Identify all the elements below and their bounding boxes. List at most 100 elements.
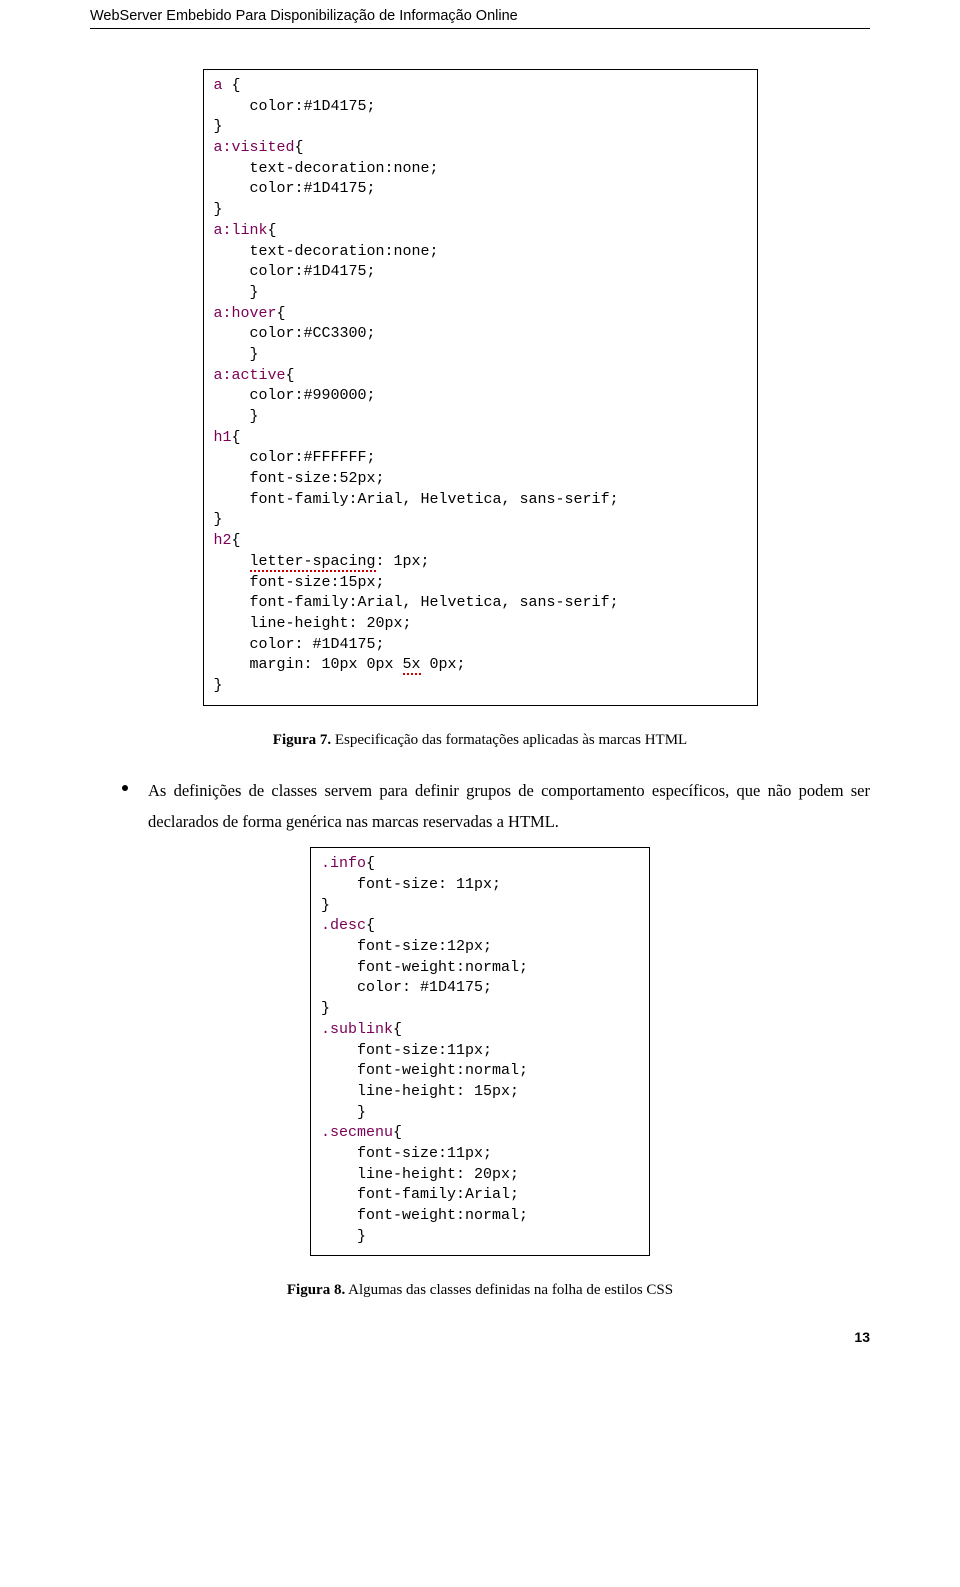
header-rule bbox=[90, 28, 870, 29]
figure-7-caption-text: Especificação das formatações aplicadas … bbox=[331, 732, 687, 748]
code-line: } bbox=[321, 999, 639, 1020]
code-line: a:visited{ bbox=[214, 138, 747, 159]
figure-7-caption: Figura 7. Especificação das formatações … bbox=[90, 732, 870, 749]
code-line: color:#1D4175; bbox=[214, 262, 747, 283]
code-line: a:hover{ bbox=[214, 304, 747, 325]
css-selector: h2 bbox=[214, 532, 232, 549]
code-line: font-weight:normal; bbox=[321, 1061, 639, 1082]
code-line: color:#990000; bbox=[214, 386, 747, 407]
code-text: color:#1D4175; bbox=[214, 180, 376, 197]
code-text: 0px; bbox=[421, 656, 466, 673]
css-selector: .sublink bbox=[321, 1021, 393, 1038]
bullet-item: As definições de classes servem para def… bbox=[122, 775, 870, 838]
spellcheck-underline: letter-spacing bbox=[250, 553, 376, 572]
code-box-figure-8: .info{ font-size: 11px;}.desc{ font-size… bbox=[310, 847, 650, 1256]
code-text: { bbox=[393, 1124, 402, 1141]
css-selector: .desc bbox=[321, 917, 366, 934]
css-selector: a:hover bbox=[214, 305, 277, 322]
code-line: a:active{ bbox=[214, 366, 747, 387]
code-text: font-weight:normal; bbox=[321, 959, 528, 976]
code-line: .secmenu{ bbox=[321, 1123, 639, 1144]
code-line: } bbox=[321, 1227, 639, 1248]
figure-8-label: Figura 8. bbox=[287, 1282, 345, 1298]
code-text: font-size: 11px; bbox=[321, 876, 501, 893]
code-text: margin: 10px 0px bbox=[214, 656, 403, 673]
code-text: } bbox=[321, 1228, 366, 1245]
code-text: font-size:12px; bbox=[321, 938, 492, 955]
figure-8-caption: Figura 8. Algumas das classes definidas … bbox=[90, 1282, 870, 1299]
code-line: } bbox=[214, 407, 747, 428]
code-text: font-weight:normal; bbox=[321, 1207, 528, 1224]
code-line: text-decoration:none; bbox=[214, 242, 747, 263]
code-text: font-weight:normal; bbox=[321, 1062, 528, 1079]
code-text: font-size:15px; bbox=[214, 574, 385, 591]
code-text: { bbox=[393, 1021, 402, 1038]
code-line: .sublink{ bbox=[321, 1020, 639, 1041]
code-line: font-weight:normal; bbox=[321, 1206, 639, 1227]
page-header: WebServer Embebido Para Disponibilização… bbox=[90, 0, 870, 26]
code-line: .info{ bbox=[321, 854, 639, 875]
code-text: color:#FFFFFF; bbox=[214, 449, 376, 466]
spellcheck-underline: 5x bbox=[403, 656, 421, 675]
code-text: line-height: 20px; bbox=[214, 615, 412, 632]
code-line: line-height: 20px; bbox=[321, 1165, 639, 1186]
code-line: color: #1D4175; bbox=[321, 978, 639, 999]
code-line: font-size:12px; bbox=[321, 937, 639, 958]
code-line: font-family:Arial, Helvetica, sans-serif… bbox=[214, 593, 747, 614]
css-selector: a:visited bbox=[214, 139, 295, 156]
code-line: } bbox=[321, 1103, 639, 1124]
code-text: color:#1D4175; bbox=[214, 263, 376, 280]
figure-7-label: Figura 7. bbox=[273, 732, 331, 748]
code-text: } bbox=[321, 1104, 366, 1121]
code-box-figure-7: a { color:#1D4175;}a:visited{ text-decor… bbox=[203, 69, 758, 706]
css-selector: a:link bbox=[214, 222, 268, 239]
code-text: color:#1D4175; bbox=[214, 98, 376, 115]
bullet-text: As definições de classes servem para def… bbox=[148, 775, 870, 838]
code-text: line-height: 20px; bbox=[321, 1166, 519, 1183]
code-text: font-family:Arial; bbox=[321, 1186, 519, 1203]
document-page: WebServer Embebido Para Disponibilização… bbox=[0, 0, 960, 1375]
code-text bbox=[214, 553, 250, 570]
code-line: } bbox=[214, 283, 747, 304]
code-text: } bbox=[214, 408, 259, 425]
code-text: font-size:11px; bbox=[321, 1145, 492, 1162]
code-text: } bbox=[214, 677, 223, 694]
code-text: { bbox=[268, 222, 277, 239]
code-line: .desc{ bbox=[321, 916, 639, 937]
code-line: font-family:Arial; bbox=[321, 1185, 639, 1206]
code-line: line-height: 20px; bbox=[214, 614, 747, 635]
code-text: } bbox=[214, 346, 259, 363]
code-text: } bbox=[214, 511, 223, 528]
code-text: { bbox=[286, 367, 295, 384]
code-line: color:#1D4175; bbox=[214, 97, 747, 118]
code-line: color: #1D4175; bbox=[214, 635, 747, 656]
css-selector: a bbox=[214, 77, 223, 94]
code-text: color:#990000; bbox=[214, 387, 376, 404]
code-line: font-size: 11px; bbox=[321, 875, 639, 896]
code-line: letter-spacing: 1px; bbox=[214, 552, 747, 573]
css-selector: .info bbox=[321, 855, 366, 872]
code-line: color:#1D4175; bbox=[214, 179, 747, 200]
code-line: font-size:52px; bbox=[214, 469, 747, 490]
code-text: { bbox=[277, 305, 286, 322]
code-text: } bbox=[214, 201, 223, 218]
code-text: { bbox=[223, 77, 241, 94]
code-line: color:#FFFFFF; bbox=[214, 448, 747, 469]
code-line: font-size:15px; bbox=[214, 573, 747, 594]
code-line: a:link{ bbox=[214, 221, 747, 242]
code-line: font-weight:normal; bbox=[321, 958, 639, 979]
code-text: color:#CC3300; bbox=[214, 325, 376, 342]
css-selector: a:active bbox=[214, 367, 286, 384]
code-text: color: #1D4175; bbox=[321, 979, 492, 996]
code-line: margin: 10px 0px 5x 0px; bbox=[214, 655, 747, 676]
code-text: { bbox=[232, 532, 241, 549]
code-text: font-family:Arial, Helvetica, sans-serif… bbox=[214, 594, 619, 611]
bullet-dot-icon bbox=[122, 785, 128, 791]
code-text: { bbox=[295, 139, 304, 156]
code-text: { bbox=[366, 917, 375, 934]
code-line: line-height: 15px; bbox=[321, 1082, 639, 1103]
code-line: font-size:11px; bbox=[321, 1144, 639, 1165]
code-text: text-decoration:none; bbox=[214, 243, 439, 260]
figure-8-caption-text: Algumas das classes definidas na folha d… bbox=[345, 1282, 673, 1298]
code-line: } bbox=[214, 510, 747, 531]
